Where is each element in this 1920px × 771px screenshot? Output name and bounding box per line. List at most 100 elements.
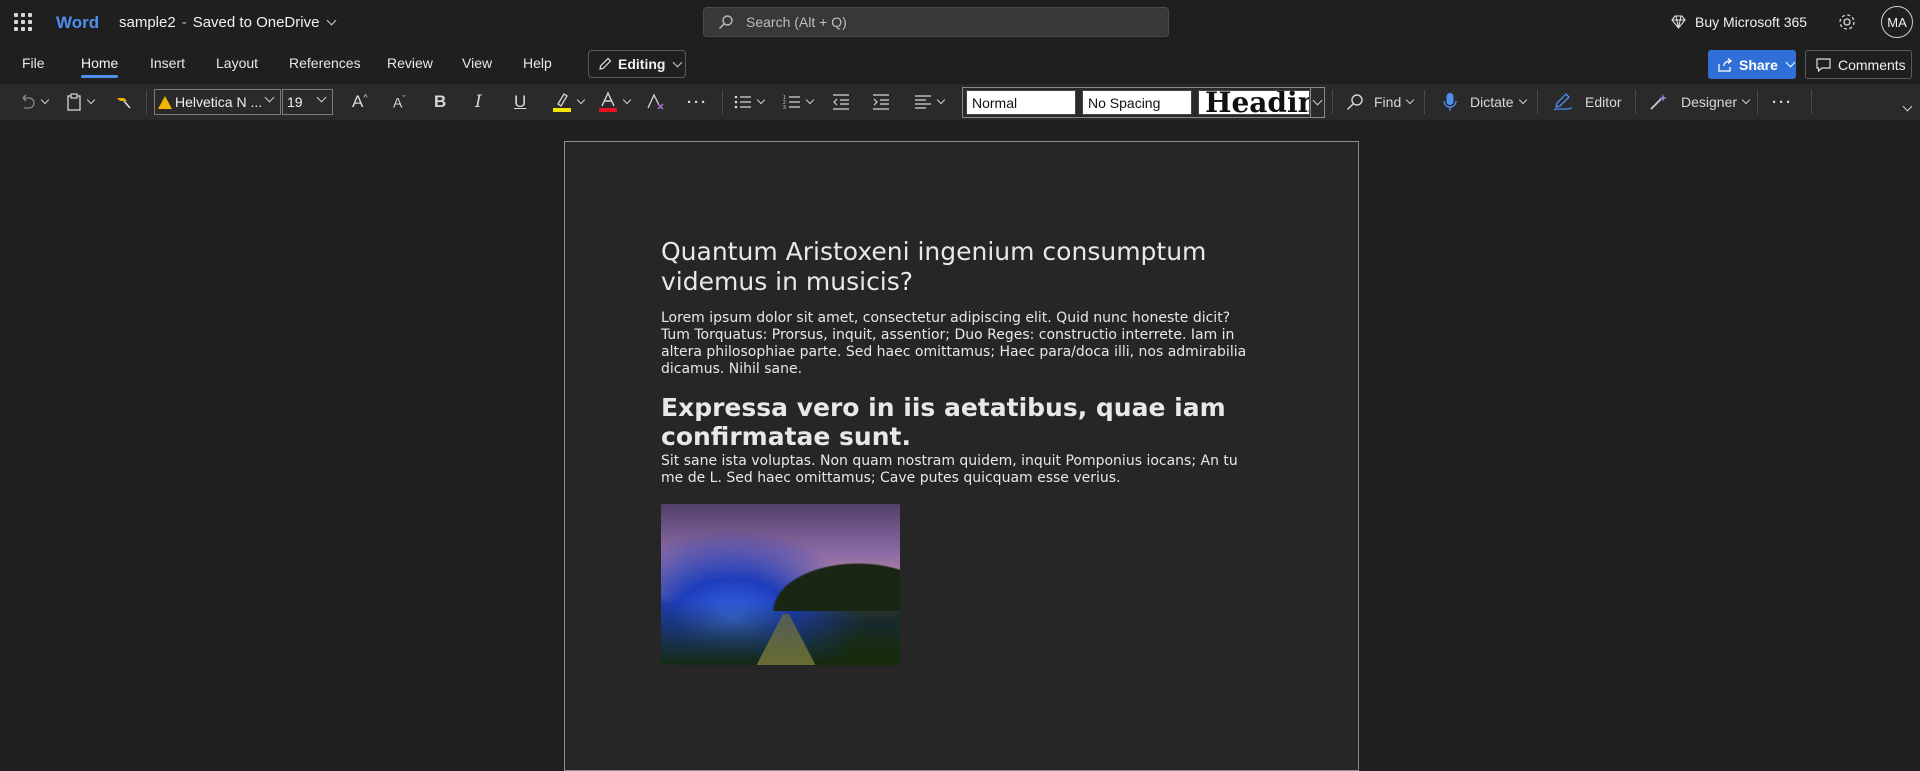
comments-label: Comments bbox=[1838, 56, 1906, 73]
pencil-icon bbox=[599, 57, 612, 70]
document-page[interactable]: Quantum Aristoxeni ingenium consumptum v… bbox=[564, 141, 1359, 771]
gear-icon[interactable] bbox=[1837, 12, 1857, 32]
designer-wand-icon bbox=[1650, 94, 1667, 110]
underline-button[interactable]: U bbox=[514, 90, 526, 114]
tab-review[interactable]: Review bbox=[387, 55, 433, 71]
italic-button[interactable]: I bbox=[475, 90, 482, 114]
comments-button[interactable]: Comments bbox=[1805, 50, 1912, 79]
paragraph-1[interactable]: Lorem ipsum dolor sit amet, consectetur … bbox=[661, 310, 1261, 378]
ribbon-divider bbox=[1332, 90, 1333, 114]
chevron-down-icon bbox=[326, 15, 337, 26]
chevron-down-icon bbox=[805, 95, 815, 105]
find-label: Find bbox=[1374, 94, 1402, 110]
warning-icon bbox=[158, 95, 172, 109]
search-icon bbox=[1347, 94, 1363, 110]
share-button[interactable]: Share bbox=[1708, 50, 1796, 79]
editor-button[interactable]: Editor bbox=[1553, 90, 1622, 114]
search-icon bbox=[719, 15, 733, 29]
clear-formatting-icon bbox=[647, 93, 664, 110]
tab-help[interactable]: Help bbox=[523, 55, 552, 71]
style-normal[interactable]: Normal bbox=[966, 90, 1076, 115]
chevron-down-icon bbox=[1741, 95, 1751, 105]
designer-button[interactable]: Designer bbox=[1649, 90, 1751, 114]
document-title[interactable]: sample2 - Saved to OneDrive bbox=[119, 14, 337, 31]
tab-home[interactable]: Home bbox=[81, 55, 119, 78]
image-path bbox=[756, 614, 816, 665]
grow-font-button[interactable]: A^ bbox=[352, 90, 368, 114]
shrink-font-button[interactable]: Aˇ bbox=[393, 90, 405, 114]
svg-text:3: 3 bbox=[783, 105, 786, 110]
ribbon-divider bbox=[1811, 90, 1812, 114]
increase-indent-button[interactable] bbox=[872, 90, 890, 114]
font-name-dropdown[interactable]: Helvetica N ... bbox=[154, 89, 281, 115]
undo-button[interactable] bbox=[18, 90, 50, 114]
styles-more-button[interactable] bbox=[1310, 88, 1324, 117]
heading-2[interactable]: Expressa vero in iis aetatibus, quae iam… bbox=[661, 393, 1261, 451]
bullets-icon bbox=[734, 95, 751, 109]
tab-view[interactable]: View bbox=[462, 55, 492, 71]
paste-button[interactable] bbox=[66, 90, 96, 114]
document-canvas: Quantum Aristoxeni ingenium consumptum v… bbox=[0, 120, 1920, 771]
ellipsis-icon: ··· bbox=[687, 93, 708, 111]
ribbon-divider bbox=[722, 90, 723, 114]
chevron-down-icon bbox=[316, 92, 327, 103]
clear-formatting-button[interactable] bbox=[646, 90, 666, 114]
chevron-down-icon bbox=[672, 57, 683, 67]
tab-file[interactable]: File bbox=[22, 55, 45, 71]
heading-1[interactable]: Quantum Aristoxeni ingenium consumptum v… bbox=[661, 237, 1261, 297]
document-body[interactable]: Quantum Aristoxeni ingenium consumptum v… bbox=[661, 237, 1261, 665]
app-name[interactable]: Word bbox=[56, 13, 99, 33]
share-icon bbox=[1718, 57, 1733, 72]
styles-gallery: Normal No Spacing Headin bbox=[962, 87, 1325, 118]
format-painter-icon bbox=[117, 98, 131, 109]
more-font-options-button[interactable]: ··· bbox=[687, 90, 708, 114]
numbering-icon: 123 bbox=[783, 95, 800, 110]
chevron-down-icon bbox=[576, 95, 586, 105]
italic-icon: I bbox=[475, 92, 482, 112]
buy-label: Buy Microsoft 365 bbox=[1695, 14, 1808, 30]
paragraph-2[interactable]: Sit sane ista voluptas. Non quam nostram… bbox=[661, 453, 1261, 487]
undo-icon bbox=[22, 94, 35, 109]
bold-button[interactable]: B bbox=[434, 90, 446, 114]
align-button[interactable] bbox=[914, 90, 946, 114]
editing-label: Editing bbox=[618, 56, 666, 72]
search-box[interactable]: Search (Alt + Q) bbox=[703, 7, 1169, 37]
decrease-indent-button[interactable] bbox=[832, 90, 850, 114]
chevron-down-icon bbox=[756, 95, 766, 105]
tab-insert[interactable]: Insert bbox=[150, 55, 185, 71]
more-options-button[interactable]: ··· bbox=[1772, 90, 1793, 114]
chevron-down-icon bbox=[264, 92, 275, 103]
editing-mode-button[interactable]: Editing bbox=[588, 50, 686, 78]
chevron-down-icon bbox=[936, 95, 946, 105]
buy-microsoft-365-button[interactable]: Buy Microsoft 365 bbox=[1671, 14, 1807, 30]
bullets-button[interactable] bbox=[734, 90, 766, 114]
tab-layout[interactable]: Layout bbox=[216, 55, 258, 71]
decrease-indent-icon bbox=[833, 94, 849, 110]
bold-icon: B bbox=[434, 92, 447, 111]
font-size-dropdown[interactable]: 19 bbox=[282, 89, 333, 115]
highlight-button[interactable] bbox=[552, 90, 586, 114]
search-placeholder: Search (Alt + Q) bbox=[746, 14, 847, 30]
style-heading[interactable]: Headin bbox=[1198, 90, 1310, 115]
avatar[interactable]: MA bbox=[1881, 6, 1913, 38]
tab-references[interactable]: References bbox=[289, 55, 361, 71]
align-left-icon bbox=[915, 95, 931, 109]
clipboard-icon bbox=[67, 93, 81, 111]
find-button[interactable]: Find bbox=[1346, 90, 1415, 114]
shrink-font-icon: Aˇ bbox=[393, 93, 406, 111]
app-launcher-icon[interactable] bbox=[14, 13, 32, 31]
ribbon-divider bbox=[1757, 90, 1758, 114]
chevron-down-icon bbox=[1785, 57, 1796, 68]
landscape-star-trails-image[interactable] bbox=[661, 504, 900, 665]
ellipsis-icon: ··· bbox=[1772, 93, 1793, 111]
font-color-button[interactable] bbox=[598, 90, 632, 114]
chevron-down-icon bbox=[86, 95, 96, 105]
numbering-button[interactable]: 123 bbox=[783, 90, 815, 114]
format-painter-button[interactable] bbox=[115, 90, 133, 114]
dictate-button[interactable]: Dictate bbox=[1442, 90, 1527, 114]
font-name-value: Helvetica N ... bbox=[175, 94, 263, 110]
comment-icon bbox=[1816, 57, 1831, 72]
doc-name: sample2 bbox=[119, 14, 176, 31]
microphone-icon bbox=[1443, 93, 1457, 111]
style-no-spacing[interactable]: No Spacing bbox=[1082, 90, 1192, 115]
